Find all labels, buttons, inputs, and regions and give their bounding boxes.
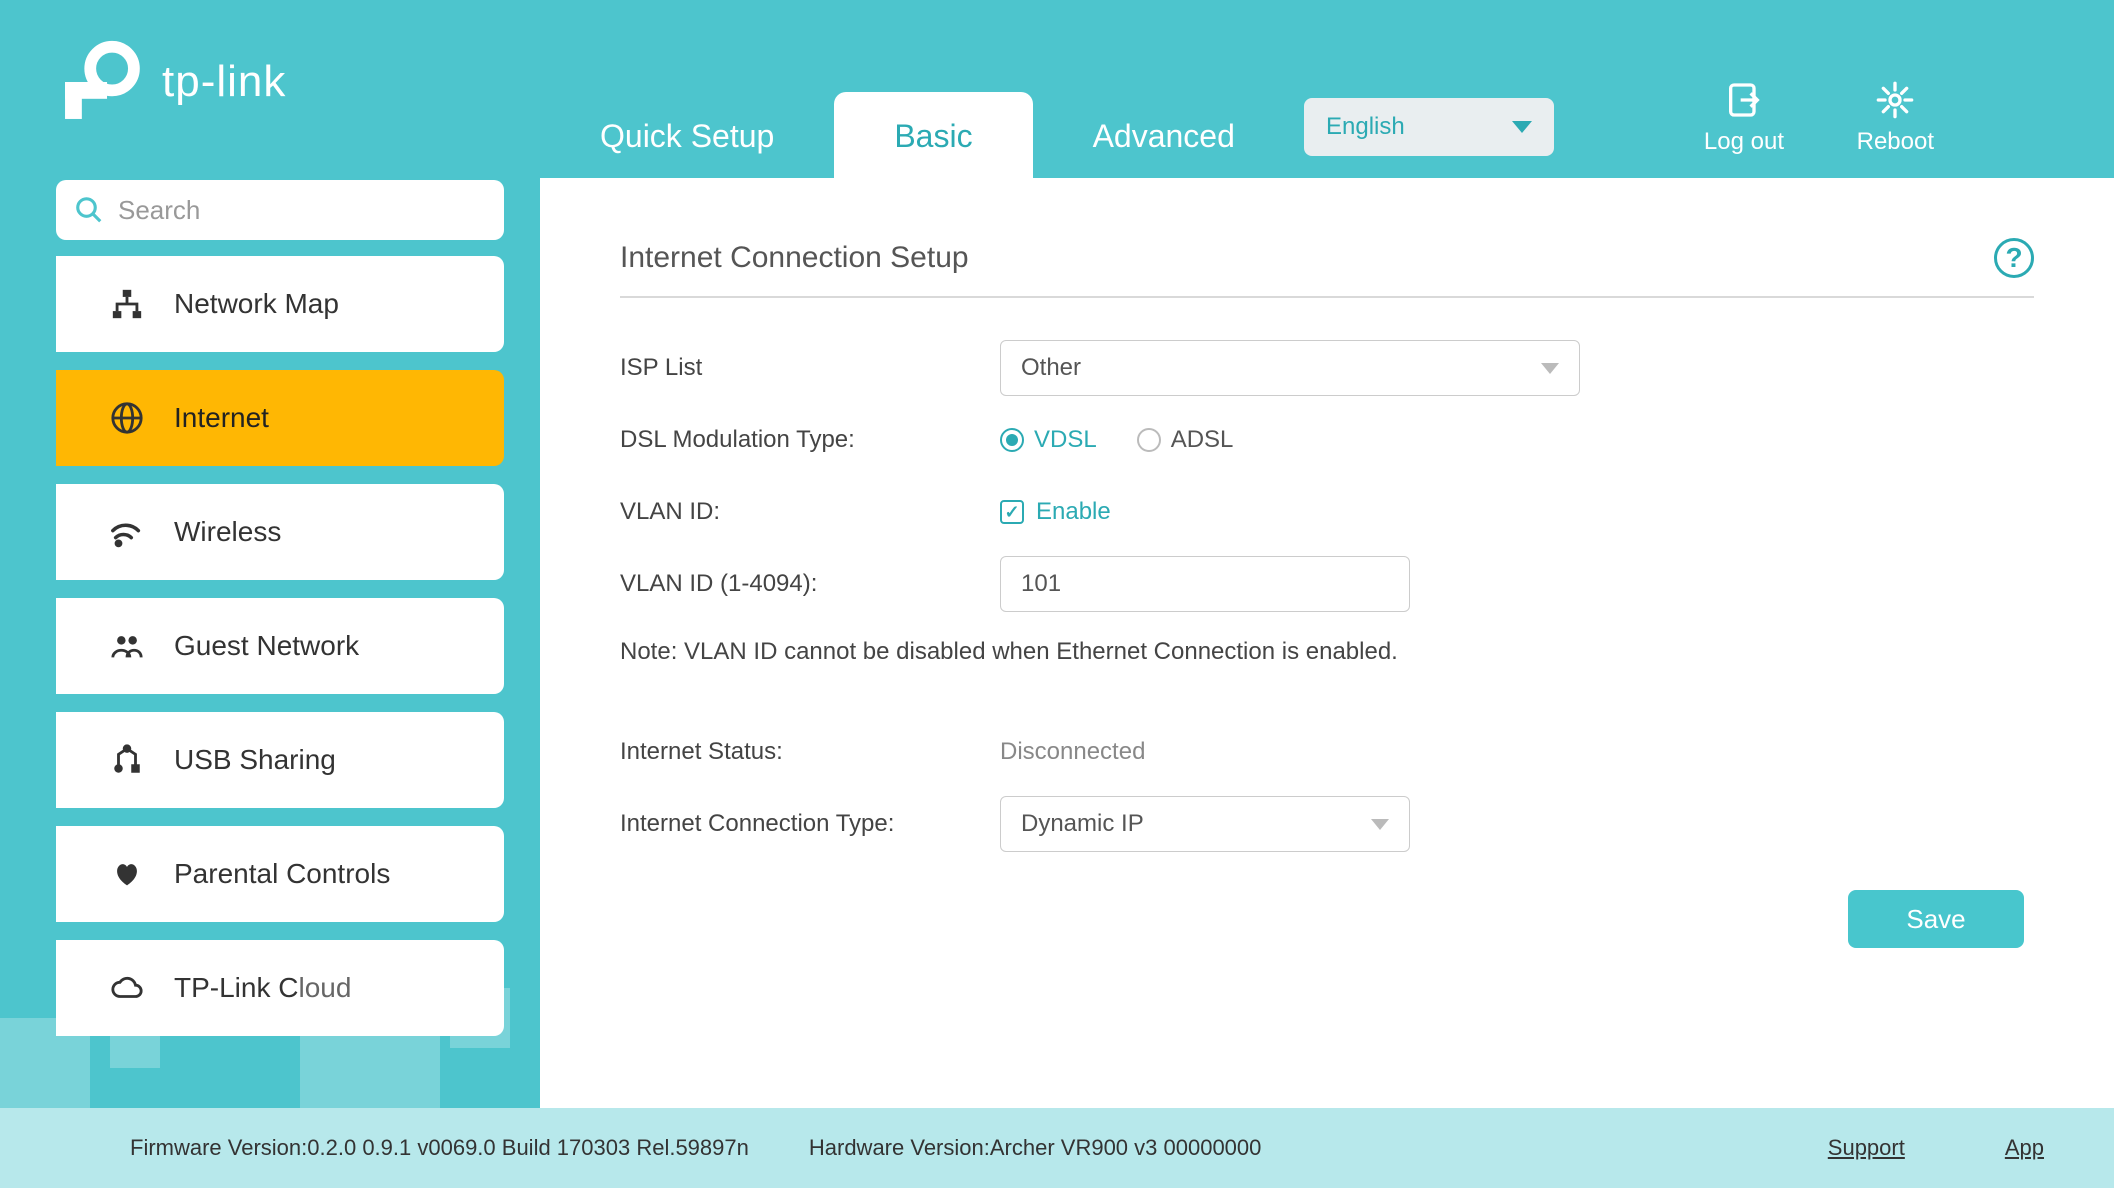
radio-adsl-label: ADSL [1171, 426, 1234, 454]
radio-dot-icon [1000, 428, 1024, 452]
isp-list-select[interactable]: Other [1000, 340, 1580, 396]
sidebar: Network Map Internet Wireless Guest Netw… [56, 180, 504, 1054]
globe-icon [110, 401, 144, 435]
label-internet-status: Internet Status: [620, 738, 1000, 766]
radio-vdsl-label: VDSL [1034, 426, 1097, 454]
sidebar-item-label: USB Sharing [174, 744, 336, 776]
chevron-down-icon [1512, 121, 1532, 133]
sidebar-item-internet[interactable]: Internet [56, 370, 504, 466]
tab-basic[interactable]: Basic [834, 92, 1032, 189]
vlan-enable-checkbox[interactable]: Enable [1000, 498, 1111, 526]
hardware-version: Hardware Version:Archer VR900 v3 0000000… [809, 1135, 1262, 1161]
heart-hands-icon [110, 857, 144, 891]
radio-adsl[interactable]: ADSL [1137, 426, 1234, 454]
usb-icon [110, 743, 144, 777]
internet-status-value: Disconnected [1000, 738, 1145, 766]
sidebar-item-usb-sharing[interactable]: USB Sharing [56, 712, 504, 808]
footer: Firmware Version:0.2.0 0.9.1 v0069.0 Bui… [0, 1108, 2114, 1188]
sidebar-item-label: Network Map [174, 288, 339, 320]
logout-label: Log out [1704, 128, 1784, 156]
language-select[interactable]: English [1304, 98, 1554, 156]
help-button[interactable]: ? [1994, 238, 2034, 278]
language-value: English [1326, 113, 1405, 141]
radio-vdsl[interactable]: VDSL [1000, 426, 1097, 454]
label-isp-list: ISP List [620, 354, 1000, 382]
app-root: tp-link Quick Setup Basic Advanced Engli… [0, 0, 2114, 1188]
radio-dot-icon [1137, 428, 1161, 452]
sidebar-item-tplink-cloud[interactable]: TP-Link Cloud [56, 940, 504, 1036]
sidebar-item-label: Guest Network [174, 630, 359, 662]
isp-list-value: Other [1021, 354, 1081, 382]
reboot-label: Reboot [1857, 128, 1934, 156]
label-vlan-id-range: VLAN ID (1-4094): [620, 570, 1000, 598]
main-panel: Internet Connection Setup ? ISP List Oth… [540, 178, 2114, 1108]
brand-text: tp-link [162, 57, 286, 107]
vlan-enable-label: Enable [1036, 498, 1111, 526]
panel-title: Internet Connection Setup [620, 241, 969, 275]
wifi-icon [110, 515, 144, 549]
panel-header: Internet Connection Setup ? [620, 238, 2034, 298]
search-icon [74, 195, 104, 225]
firmware-version: Firmware Version:0.2.0 0.9.1 v0069.0 Bui… [130, 1135, 749, 1161]
vlan-id-input[interactable] [1000, 556, 1410, 612]
brand-logo: tp-link [60, 40, 286, 124]
vlan-note: Note: VLAN ID cannot be disabled when Et… [620, 638, 2034, 666]
chevron-down-icon [1541, 363, 1559, 374]
connection-type-value: Dynamic IP [1021, 810, 1144, 838]
connection-type-select[interactable]: Dynamic IP [1000, 796, 1410, 852]
sidebar-item-label: TP-Link Cloud [174, 972, 351, 1004]
tp-link-logo-icon [60, 40, 144, 124]
sidebar-item-guest-network[interactable]: Guest Network [56, 598, 504, 694]
users-icon [110, 629, 144, 663]
sidebar-item-label: Internet [174, 402, 269, 434]
top-tabs: Quick Setup Basic Advanced [540, 92, 1295, 189]
support-link[interactable]: Support [1828, 1135, 1905, 1161]
logout-button[interactable]: Log out [1704, 80, 1784, 156]
header: tp-link Quick Setup Basic Advanced Engli… [0, 0, 2114, 180]
cloud-icon [110, 971, 144, 1005]
reboot-button[interactable]: Reboot [1857, 80, 1934, 156]
form: ISP List Other DSL Modulation Type: VDSL [620, 332, 2034, 948]
tab-quick-setup[interactable]: Quick Setup [540, 92, 834, 189]
sidebar-item-label: Parental Controls [174, 858, 390, 890]
save-button[interactable]: Save [1848, 890, 2024, 948]
tab-advanced[interactable]: Advanced [1033, 92, 1295, 189]
search-input[interactable] [118, 195, 486, 226]
app-link[interactable]: App [2005, 1135, 2044, 1161]
checkbox-box-icon [1000, 500, 1024, 524]
label-dsl-modulation: DSL Modulation Type: [620, 426, 1000, 454]
label-vlan-id: VLAN ID: [620, 498, 1000, 526]
logout-icon [1724, 80, 1764, 120]
network-map-icon [110, 287, 144, 321]
sidebar-item-label: Wireless [174, 516, 281, 548]
reboot-icon [1875, 80, 1915, 120]
chevron-down-icon [1371, 819, 1389, 830]
label-connection-type: Internet Connection Type: [620, 810, 1000, 838]
sidebar-item-network-map[interactable]: Network Map [56, 256, 504, 352]
sidebar-item-parental-controls[interactable]: Parental Controls [56, 826, 504, 922]
search-box[interactable] [56, 180, 504, 240]
sidebar-item-wireless[interactable]: Wireless [56, 484, 504, 580]
